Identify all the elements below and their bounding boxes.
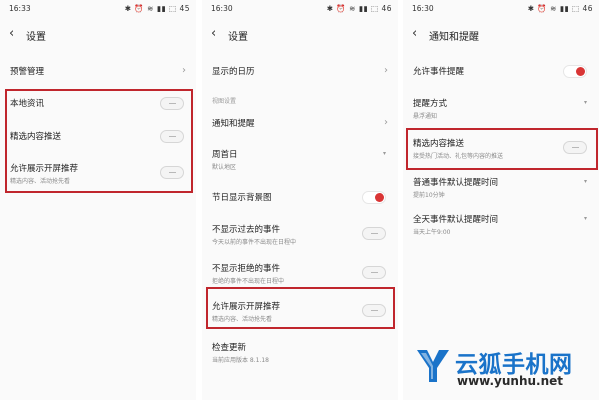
dropdown-icon: ▾ bbox=[382, 150, 386, 157]
allow-reminders-toggle[interactable] bbox=[563, 65, 587, 78]
status-time: 16:33 bbox=[9, 4, 31, 13]
item-label: 检查更新 bbox=[212, 343, 247, 353]
settings-item-notifications[interactable]: 通知和提醒 › bbox=[212, 117, 390, 131]
status-icons: ✱ ⏰ ≋ ▮▮ ⬚ 45 bbox=[125, 4, 190, 13]
dropdown-icon: ▾ bbox=[583, 178, 587, 185]
settings-item-allday-reminder-time[interactable]: 全天事件默认提醒时间 当天上午9:00 ▾ bbox=[413, 213, 591, 236]
page-title: 通知和提醒 bbox=[429, 32, 479, 43]
settings-item-normal-reminder-time[interactable]: 普通事件默认提醒时间 提前10分钟 ▾ bbox=[413, 176, 591, 199]
settings-item-holiday-bg[interactable]: 节日显示背景图 bbox=[212, 191, 390, 205]
page-title: 设置 bbox=[228, 32, 248, 43]
item-label: 通知和提醒 bbox=[212, 119, 255, 129]
notification-settings-screen: 16:30 ✱ ⏰ ≋ ▮▮ ⬚ 46 ‹ 通知和提醒 允许事件提醒 提醒方式 … bbox=[403, 0, 599, 400]
item-label: 普通事件默认提醒时间 bbox=[413, 178, 499, 188]
status-icon-strip: ✱ ⏰ ≋ ▮▮ ⬚ bbox=[124, 4, 177, 13]
item-sublabel: 提前10分钟 bbox=[413, 192, 445, 199]
settings-item-week-start[interactable]: 周首日 默认地区 ▾ bbox=[212, 148, 390, 171]
app-header: ‹ 设置 bbox=[0, 24, 196, 48]
chevron-right-icon: › bbox=[384, 117, 388, 128]
back-arrow-icon[interactable]: ‹ bbox=[211, 26, 216, 41]
section-header: 视图设置 bbox=[212, 98, 237, 105]
hide-past-toggle[interactable] bbox=[362, 227, 386, 240]
item-sublabel: 悬浮通知 bbox=[413, 113, 438, 120]
dropdown-icon: ▾ bbox=[583, 99, 587, 106]
item-label: 预警管理 bbox=[10, 67, 45, 77]
back-arrow-icon[interactable]: ‹ bbox=[412, 26, 417, 41]
status-time: 16:30 bbox=[412, 4, 434, 13]
item-sublabel: 当天上午9:00 bbox=[413, 229, 451, 236]
page-title: 设置 bbox=[26, 32, 46, 43]
back-arrow-icon[interactable]: ‹ bbox=[9, 26, 14, 41]
status-bar: 16:30 ✱ ⏰ ≋ ▮▮ ⬚ 46 bbox=[403, 0, 599, 18]
item-label: 周首日 bbox=[212, 150, 238, 160]
item-label: 提醒方式 bbox=[413, 99, 448, 109]
status-icons: ✱ ⏰ ≋ ▮▮ ⬚ 46 bbox=[327, 4, 392, 13]
status-icon-strip: ✱ ⏰ ≋ ▮▮ ⬚ bbox=[326, 4, 379, 13]
settings-screen-1: 16:33 ✱ ⏰ ≋ ▮▮ ⬚ 45 ‹ 设置 预警管理 › 本地资讯 精选内… bbox=[0, 0, 196, 400]
settings-item-check-update[interactable]: 检查更新 当前应用版本 8.1.18 bbox=[212, 341, 390, 364]
chevron-right-icon: › bbox=[182, 65, 186, 76]
highlight-box bbox=[5, 89, 193, 193]
battery-level: 46 bbox=[582, 4, 593, 13]
status-bar: 16:30 ✱ ⏰ ≋ ▮▮ ⬚ 46 bbox=[202, 0, 398, 18]
settings-item-allow-reminders[interactable]: 允许事件提醒 bbox=[413, 65, 591, 79]
chevron-right-icon: › bbox=[384, 65, 388, 76]
item-label: 全天事件默认提醒时间 bbox=[413, 215, 499, 225]
settings-item-calendars[interactable]: 显示的日历 › bbox=[212, 65, 390, 79]
watermark-url: www.yunhu.net bbox=[457, 374, 564, 388]
settings-item-warning[interactable]: 预警管理 › bbox=[10, 65, 188, 79]
battery-level: 46 bbox=[381, 4, 392, 13]
settings-item-hide-past[interactable]: 不显示过去的事件 今天以前的事件不出现在日程中 bbox=[212, 223, 390, 246]
yunhu-logo-icon bbox=[417, 350, 449, 382]
status-icons: ✱ ⏰ ≋ ▮▮ ⬚ 46 bbox=[528, 4, 593, 13]
hide-declined-toggle[interactable] bbox=[362, 266, 386, 279]
item-label: 显示的日历 bbox=[212, 67, 255, 77]
item-sublabel: 当前应用版本 8.1.18 bbox=[212, 357, 269, 364]
status-bar: 16:33 ✱ ⏰ ≋ ▮▮ ⬚ 45 bbox=[0, 0, 196, 18]
battery-level: 45 bbox=[179, 4, 190, 13]
holiday-bg-toggle[interactable] bbox=[362, 191, 386, 204]
settings-screen-2: 16:30 ✱ ⏰ ≋ ▮▮ ⬚ 46 ‹ 设置 显示的日历 › 视图设置 通知… bbox=[202, 0, 398, 400]
status-icon-strip: ✱ ⏰ ≋ ▮▮ ⬚ bbox=[527, 4, 580, 13]
status-time: 16:30 bbox=[211, 4, 233, 13]
highlight-box bbox=[406, 128, 598, 170]
watermark: 云狐手机网 www.yunhu.net bbox=[411, 344, 597, 392]
dropdown-icon: ▾ bbox=[583, 215, 587, 222]
item-sublabel: 默认地区 bbox=[212, 164, 237, 171]
app-header: ‹ 通知和提醒 bbox=[403, 24, 599, 48]
app-header: ‹ 设置 bbox=[202, 24, 398, 48]
settings-item-reminder-method[interactable]: 提醒方式 悬浮通知 ▾ bbox=[413, 97, 591, 120]
settings-item-hide-declined[interactable]: 不显示拒绝的事件 拒绝的事件不出现在日程中 bbox=[212, 262, 390, 285]
highlight-box bbox=[206, 287, 395, 329]
